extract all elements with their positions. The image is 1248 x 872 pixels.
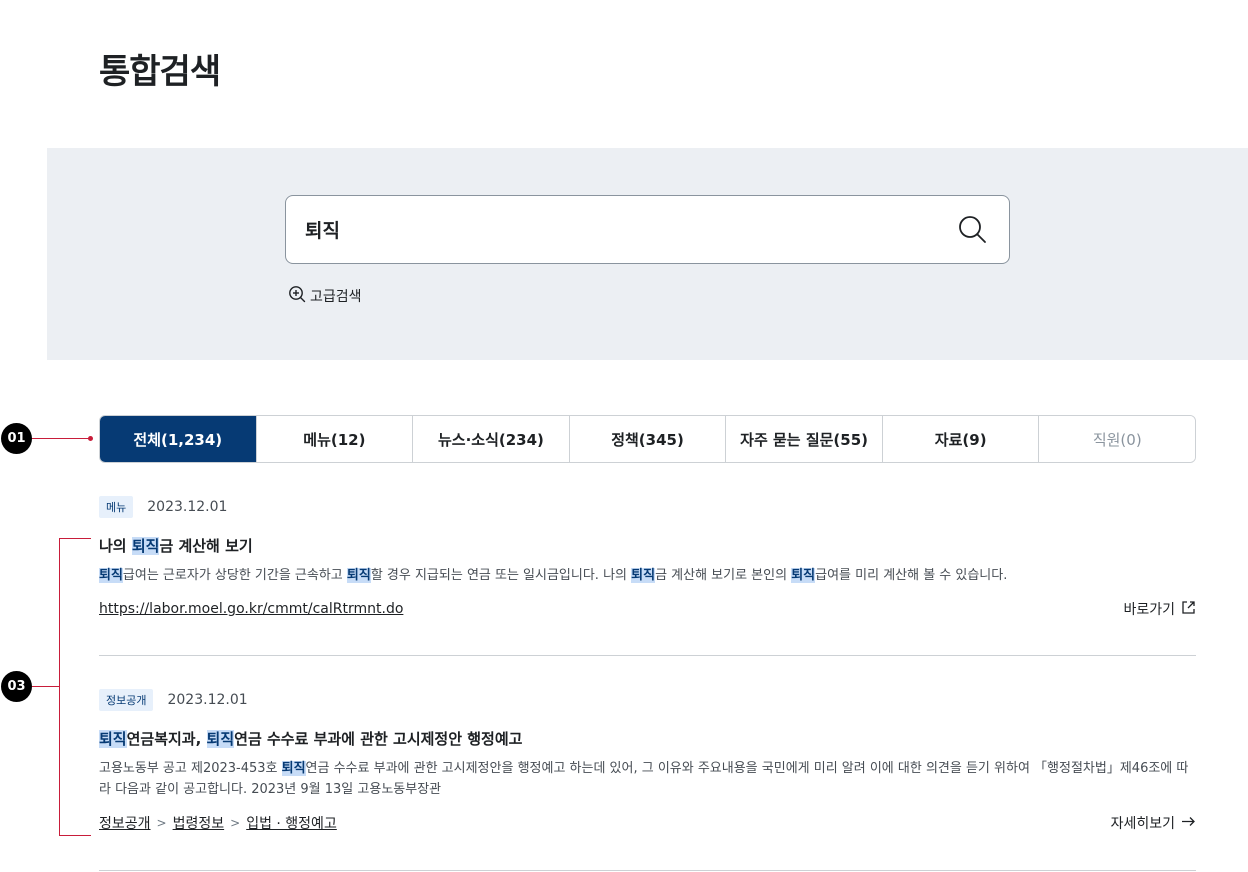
keyword-highlight: 퇴직 bbox=[281, 761, 306, 776]
search-panel: 고급검색 bbox=[47, 148, 1248, 360]
search-result: 메뉴 2023.12.01 나의 퇴직금 계산해 보기 퇴직급여는 근로자가 상… bbox=[99, 496, 1196, 619]
arrow-right-icon bbox=[1181, 814, 1196, 833]
result-tabs: 전체(1,234) 메뉴(12) 뉴스·소식(234) 정책(345) 자주 묻… bbox=[99, 415, 1196, 463]
category-badge: 정보공개 bbox=[99, 689, 154, 711]
tab-menu[interactable]: 메뉴(12) bbox=[256, 416, 414, 462]
annotation-line-03 bbox=[32, 686, 59, 687]
search-box[interactable] bbox=[285, 195, 1010, 264]
result-divider bbox=[99, 655, 1196, 656]
result-url-link[interactable]: https://labor.moel.go.kr/cmmt/calRtrmnt.… bbox=[99, 601, 403, 617]
tab-resources[interactable]: 자료(9) bbox=[882, 416, 1040, 462]
result-description: 퇴직급여는 근로자가 상당한 기간을 근속하고 퇴직할 경우 지급되는 연금 또… bbox=[99, 568, 1008, 583]
result-title[interactable]: 퇴직연금복지과, 퇴직연금 수수료 부과에 관한 고시제정안 행정예고 bbox=[99, 728, 1196, 749]
search-result: 정보공개 2023.12.01 퇴직연금복지과, 퇴직연금 수수료 부과에 관한… bbox=[99, 689, 1196, 833]
keyword-highlight: 퇴직 bbox=[631, 568, 656, 583]
advanced-search-button[interactable]: 고급검색 bbox=[288, 285, 362, 307]
annotation-line-01 bbox=[32, 438, 90, 439]
shortcut-button[interactable]: 바로가기 bbox=[1123, 599, 1196, 619]
chevron-right-icon: > bbox=[156, 816, 167, 830]
result-date: 2023.12.01 bbox=[167, 692, 248, 708]
zoom-in-icon bbox=[288, 285, 306, 307]
view-details-label: 자세히보기 bbox=[1110, 816, 1175, 832]
breadcrumb-item[interactable]: 정보공개 bbox=[99, 813, 151, 833]
result-description: 고용노동부 공고 제2023-453호 퇴직연금 수수료 부과에 관한 고시제정… bbox=[99, 761, 1189, 797]
annotation-marker-01: 01 bbox=[1, 423, 32, 454]
tab-all[interactable]: 전체(1,234) bbox=[100, 416, 257, 462]
annotation-marker-03: 03 bbox=[1, 671, 32, 702]
result-date: 2023.12.01 bbox=[147, 499, 228, 515]
page-title: 통합검색 bbox=[99, 52, 221, 92]
breadcrumb-item[interactable]: 입법 · 행정예고 bbox=[246, 813, 337, 833]
keyword-highlight: 퇴직 bbox=[99, 568, 123, 583]
search-input[interactable] bbox=[305, 196, 925, 263]
result-divider bbox=[99, 870, 1196, 871]
keyword-highlight: 퇴직 bbox=[131, 537, 160, 555]
breadcrumb-item[interactable]: 법령정보 bbox=[173, 813, 225, 833]
view-details-button[interactable]: 자세히보기 bbox=[1111, 813, 1196, 833]
result-title[interactable]: 나의 퇴직금 계산해 보기 bbox=[99, 535, 1196, 556]
annotation-bracket bbox=[59, 538, 91, 836]
category-badge: 메뉴 bbox=[99, 496, 134, 518]
tab-staff: 직원(0) bbox=[1039, 416, 1195, 462]
keyword-highlight: 퇴직 bbox=[99, 730, 127, 748]
keyword-highlight: 퇴직 bbox=[346, 568, 371, 583]
search-icon[interactable] bbox=[957, 214, 987, 244]
keyword-highlight: 퇴직 bbox=[206, 730, 235, 748]
annotation-dot-01 bbox=[88, 436, 93, 441]
shortcut-label: 바로가기 bbox=[1123, 602, 1175, 618]
tab-faq[interactable]: 자주 묻는 질문(55) bbox=[726, 416, 883, 462]
breadcrumb: 정보공개 > 법령정보 > 입법 · 행정예고 bbox=[99, 813, 337, 833]
advanced-search-label: 고급검색 bbox=[310, 289, 362, 305]
chevron-right-icon: > bbox=[230, 816, 241, 830]
external-link-icon bbox=[1181, 600, 1196, 619]
keyword-highlight: 퇴직 bbox=[791, 568, 816, 583]
tab-news[interactable]: 뉴스·소식(234) bbox=[413, 416, 570, 462]
tab-policy[interactable]: 정책(345) bbox=[569, 416, 727, 462]
